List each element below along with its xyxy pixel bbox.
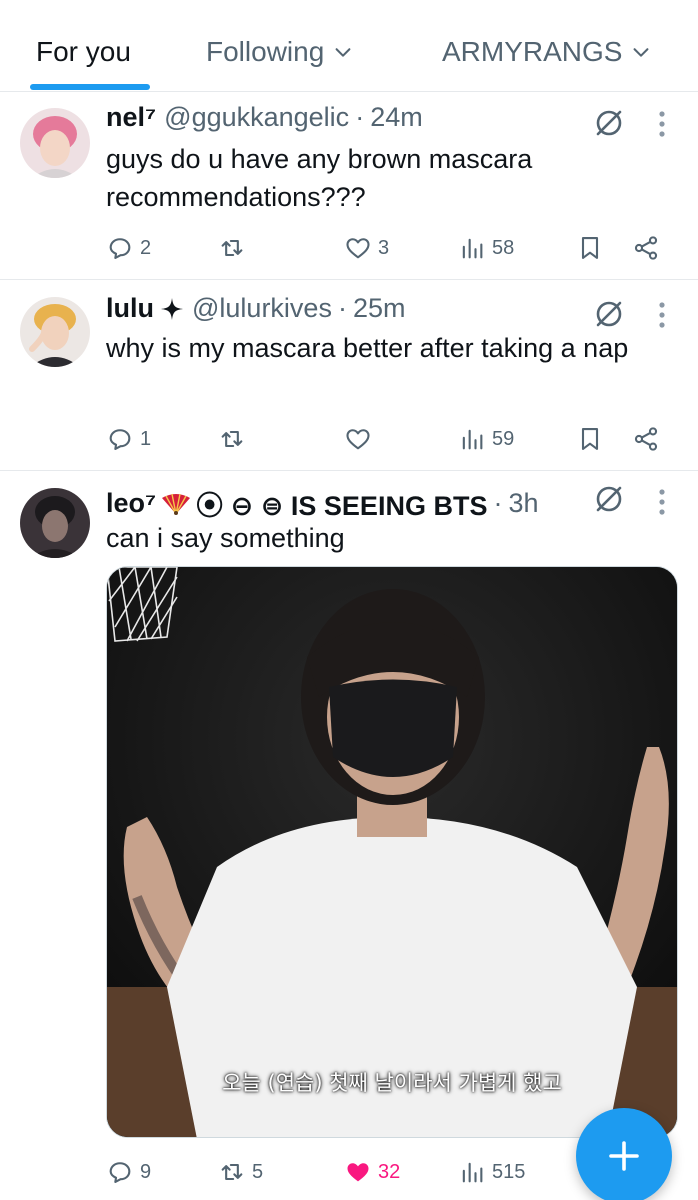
repost-count: 5: [252, 1160, 264, 1183]
heart-icon: [346, 238, 370, 259]
folding-fan-emoji: [162, 493, 191, 515]
post[interactable]: lulu @lulurkives · 25m why is my mascara…: [0, 281, 698, 471]
share-button[interactable]: [632, 419, 660, 459]
reply-count: 9: [140, 1160, 152, 1183]
views-button[interactable]: 515: [458, 1152, 525, 1192]
post-header: nel⁷ @ggukkangelic · 24m: [106, 102, 423, 133]
like-count: 32: [378, 1160, 401, 1183]
timestamp[interactable]: 3h: [508, 488, 538, 519]
more-options-icon[interactable]: [652, 299, 672, 331]
post-header: lulu @lulurkives · 25m: [106, 293, 405, 324]
share-icon: [634, 427, 658, 451]
tab-for-you[interactable]: For you: [36, 34, 131, 70]
repost-button[interactable]: 5: [218, 1152, 263, 1192]
bookmark-icon: [581, 428, 599, 450]
like-button[interactable]: [344, 419, 378, 459]
reply-count: 1: [140, 427, 152, 450]
compose-button[interactable]: [576, 1108, 672, 1200]
photo-illustration: [107, 567, 677, 1137]
reply-button[interactable]: 9: [106, 1152, 151, 1192]
repost-button[interactable]: [218, 228, 252, 268]
tab-following-label: Following: [206, 36, 325, 67]
tab-armyrangs[interactable]: ARMYRANGS: [442, 34, 652, 70]
like-count: 3: [378, 236, 390, 259]
chevron-down-icon: [634, 48, 649, 57]
tab-for-you-label: For you: [36, 36, 131, 67]
repost-icon: [221, 1163, 243, 1181]
grok-icon[interactable]: [592, 297, 626, 331]
timestamp[interactable]: 24m: [370, 102, 423, 133]
display-name[interactable]: nel⁷: [106, 102, 156, 133]
more-options-icon[interactable]: [652, 108, 672, 140]
views-chart-icon: [462, 429, 483, 450]
view-count: 59: [492, 427, 515, 450]
post-text: why is my mascara better after taking a …: [106, 333, 629, 363]
post-media-image[interactable]: 오늘 (연습) 첫째 날이라서 가볍게 했고: [106, 566, 678, 1138]
like-button[interactable]: 32: [344, 1152, 400, 1192]
display-name[interactable]: leo⁷: [106, 488, 156, 519]
repost-icon: [221, 239, 243, 257]
reply-icon: [109, 429, 131, 450]
active-tab-indicator: [30, 84, 150, 90]
post-text: can i say something: [106, 523, 345, 553]
bookmark-icon: [581, 237, 599, 259]
avatar[interactable]: [20, 488, 90, 558]
avatar[interactable]: [20, 297, 90, 367]
views-chart-icon: [462, 1162, 483, 1183]
repost-button[interactable]: [218, 419, 252, 459]
media-caption: 오늘 (연습) 첫째 날이라서 가볍게 했고: [222, 1071, 562, 1095]
heart-icon: [346, 429, 370, 450]
views-chart-icon: [462, 238, 483, 259]
post-text: guys do u have any brown mascara recomme…: [106, 144, 533, 212]
grok-icon[interactable]: [592, 482, 626, 516]
bookmark-button[interactable]: [576, 228, 604, 268]
reply-button[interactable]: 1: [106, 419, 151, 459]
reply-icon: [109, 238, 131, 259]
share-icon: [634, 236, 658, 260]
views-button[interactable]: 58: [458, 228, 514, 268]
reply-icon: [109, 1162, 131, 1183]
separator-dot: ·: [337, 293, 347, 323]
post-actions: 2 3 58: [106, 228, 666, 268]
reply-button[interactable]: 2: [106, 228, 151, 268]
timestamp[interactable]: 25m: [353, 293, 406, 324]
view-count: 58: [492, 236, 515, 259]
chevron-down-icon: [335, 48, 351, 57]
handle[interactable]: @ggukkangelic: [164, 102, 349, 133]
more-options-icon[interactable]: [652, 486, 672, 518]
share-button[interactable]: [632, 228, 660, 268]
display-name[interactable]: lulu: [106, 293, 154, 324]
heart-filled-icon: [347, 1163, 369, 1182]
post[interactable]: nel⁷ @ggukkangelic · 24m guys do u have …: [0, 92, 698, 280]
post-header: leo⁷ ⦿ ⊖ ⊜ IS SEEING BTS · 3h: [106, 484, 539, 523]
like-button[interactable]: 3: [344, 228, 389, 268]
plus-icon: [609, 1141, 639, 1171]
post-actions: 1 59: [106, 419, 666, 459]
handle[interactable]: @lulurkives: [192, 293, 332, 324]
avatar[interactable]: [20, 108, 90, 178]
view-count: 515: [492, 1160, 526, 1183]
separator-dot: ·: [355, 102, 365, 132]
sparkle-icon: [161, 297, 183, 320]
separator-dot: ·: [493, 488, 503, 518]
timeline-tabs: For you Following ARMYRANGS: [0, 0, 698, 92]
reply-count: 2: [140, 236, 152, 259]
tab-following[interactable]: Following: [206, 34, 354, 70]
repost-icon: [221, 430, 243, 448]
tab-armyrangs-label: ARMYRANGS: [442, 36, 623, 67]
grok-icon[interactable]: [592, 106, 626, 140]
bookmark-button[interactable]: [576, 419, 604, 459]
display-name-suffix: ⦿ ⊖ ⊜ IS SEEING BTS: [196, 491, 488, 521]
views-button[interactable]: 59: [458, 419, 514, 459]
